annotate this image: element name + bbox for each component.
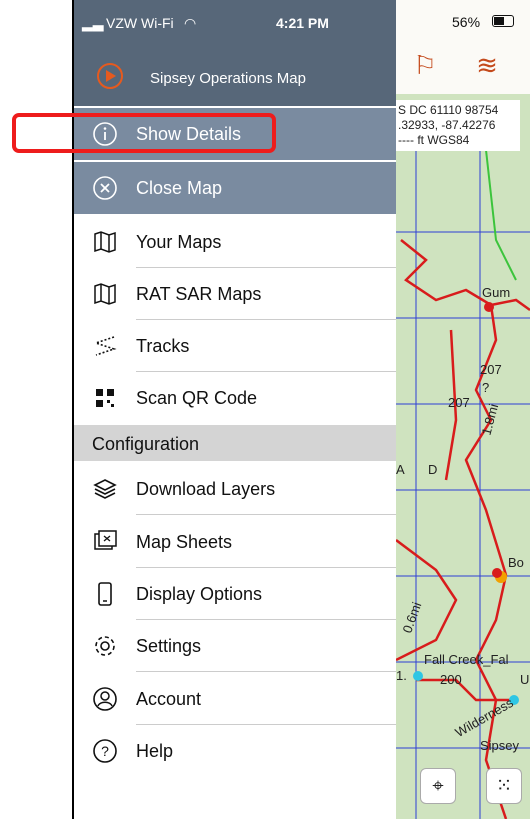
svg-text:?: ?	[101, 743, 109, 759]
close-circle-icon	[93, 176, 117, 200]
app-header: Sipsey Operations Map	[74, 50, 396, 106]
map-label-1: 1.	[396, 668, 407, 683]
menu-label: Scan QR Code	[136, 388, 258, 408]
map-label-q: ?	[482, 380, 490, 395]
phone-icon	[98, 582, 112, 606]
section-header-configuration: Configuration	[74, 425, 396, 461]
menu-label: Your Maps	[136, 232, 222, 252]
layers-icon[interactable]: ≋	[472, 50, 502, 80]
map-label-gum: Gum	[482, 285, 511, 300]
menu-scan-qr[interactable]: Scan QR Code	[74, 372, 396, 424]
gear-icon	[95, 636, 115, 656]
status-bar: ▂▃ VZW Wi-Fi ◠ 4:21 PM	[74, 0, 396, 50]
map-view[interactable]: ⚐ ≋ S DC 61110 98754 .32933, -87.42276 -…	[396, 0, 530, 819]
coord-latlon: .32933, -87.42276	[398, 118, 496, 132]
coord-mgrs: S DC 61110 98754	[398, 103, 499, 117]
grid-dots-button[interactable]: ⁙	[486, 768, 522, 804]
map-label-falls: Fall Creek_Fal	[424, 652, 509, 667]
map-label-207a: 207	[480, 362, 502, 377]
map-label-bo: Bo	[508, 555, 524, 570]
menu-label: Help	[136, 741, 174, 761]
menu-label: Tracks	[136, 336, 190, 356]
menu-label: Settings	[136, 636, 202, 656]
menu-download-layers[interactable]: Download Layers	[74, 463, 396, 515]
divider	[136, 514, 396, 515]
help-icon: ?	[93, 739, 117, 763]
map-label-sipsey: Sipsey	[480, 738, 520, 753]
map-label-207b: 207	[448, 395, 470, 410]
status-bar-right: 56%	[396, 0, 530, 38]
time-label: 4:21 PM	[276, 15, 329, 31]
map-label-a: A	[396, 462, 405, 477]
map-label-200: 200	[440, 672, 462, 687]
map-label-d: D	[428, 462, 438, 477]
map-sheets-icon	[94, 530, 117, 550]
carrier-label: VZW Wi-Fi	[106, 15, 174, 31]
account-icon	[93, 687, 117, 711]
coord-datum: ---- ft WGS84	[398, 133, 470, 147]
menu-map-sheets[interactable]: Map Sheets	[74, 516, 396, 568]
map-fold-icon	[94, 283, 116, 305]
signal-icon: ▂▃	[82, 15, 104, 31]
locate-me-button[interactable]: ⌖	[420, 768, 456, 804]
map-toolbar: ⚐ ≋	[396, 38, 530, 94]
menu-label: Account	[136, 689, 202, 709]
menu-display-options[interactable]: Display Options	[74, 568, 396, 620]
section-title: Configuration	[92, 434, 200, 454]
red-highlight-annotation	[12, 113, 276, 153]
wifi-icon: ◠	[184, 15, 197, 31]
divider	[136, 671, 396, 672]
menu-settings[interactable]: Settings	[74, 620, 396, 672]
battery-label: 56%	[452, 14, 481, 30]
menu-help[interactable]: ? Help	[74, 725, 396, 777]
app-title: Sipsey Operations Map	[150, 70, 306, 87]
map-pin-icon[interactable]: ⚐	[410, 50, 440, 80]
app-logo-icon	[97, 63, 123, 89]
menu-label: Download Layers	[136, 479, 276, 499]
map-fold-icon	[94, 231, 116, 253]
menu-your-maps[interactable]: Your Maps	[74, 216, 396, 268]
menu-close-map[interactable]: Close Map	[74, 162, 396, 214]
layers-icon	[93, 479, 117, 499]
menu-label: Display Options	[136, 584, 263, 604]
menu-label: Map Sheets	[136, 532, 233, 552]
menu-tracks[interactable]: Tracks	[74, 320, 396, 372]
menu-account[interactable]: Account	[74, 673, 396, 725]
menu-label: Close Map	[136, 178, 223, 198]
qr-code-icon	[96, 389, 114, 407]
menu-rat-sar-maps[interactable]: RAT SAR Maps	[74, 268, 396, 320]
coordinate-readout: S DC 61110 98754 .32933, -87.42276 ---- …	[396, 100, 520, 151]
menu-label: RAT SAR Maps	[136, 284, 262, 304]
map-label-u: U	[520, 672, 530, 687]
tracks-icon	[93, 336, 117, 356]
battery-icon	[492, 15, 514, 27]
